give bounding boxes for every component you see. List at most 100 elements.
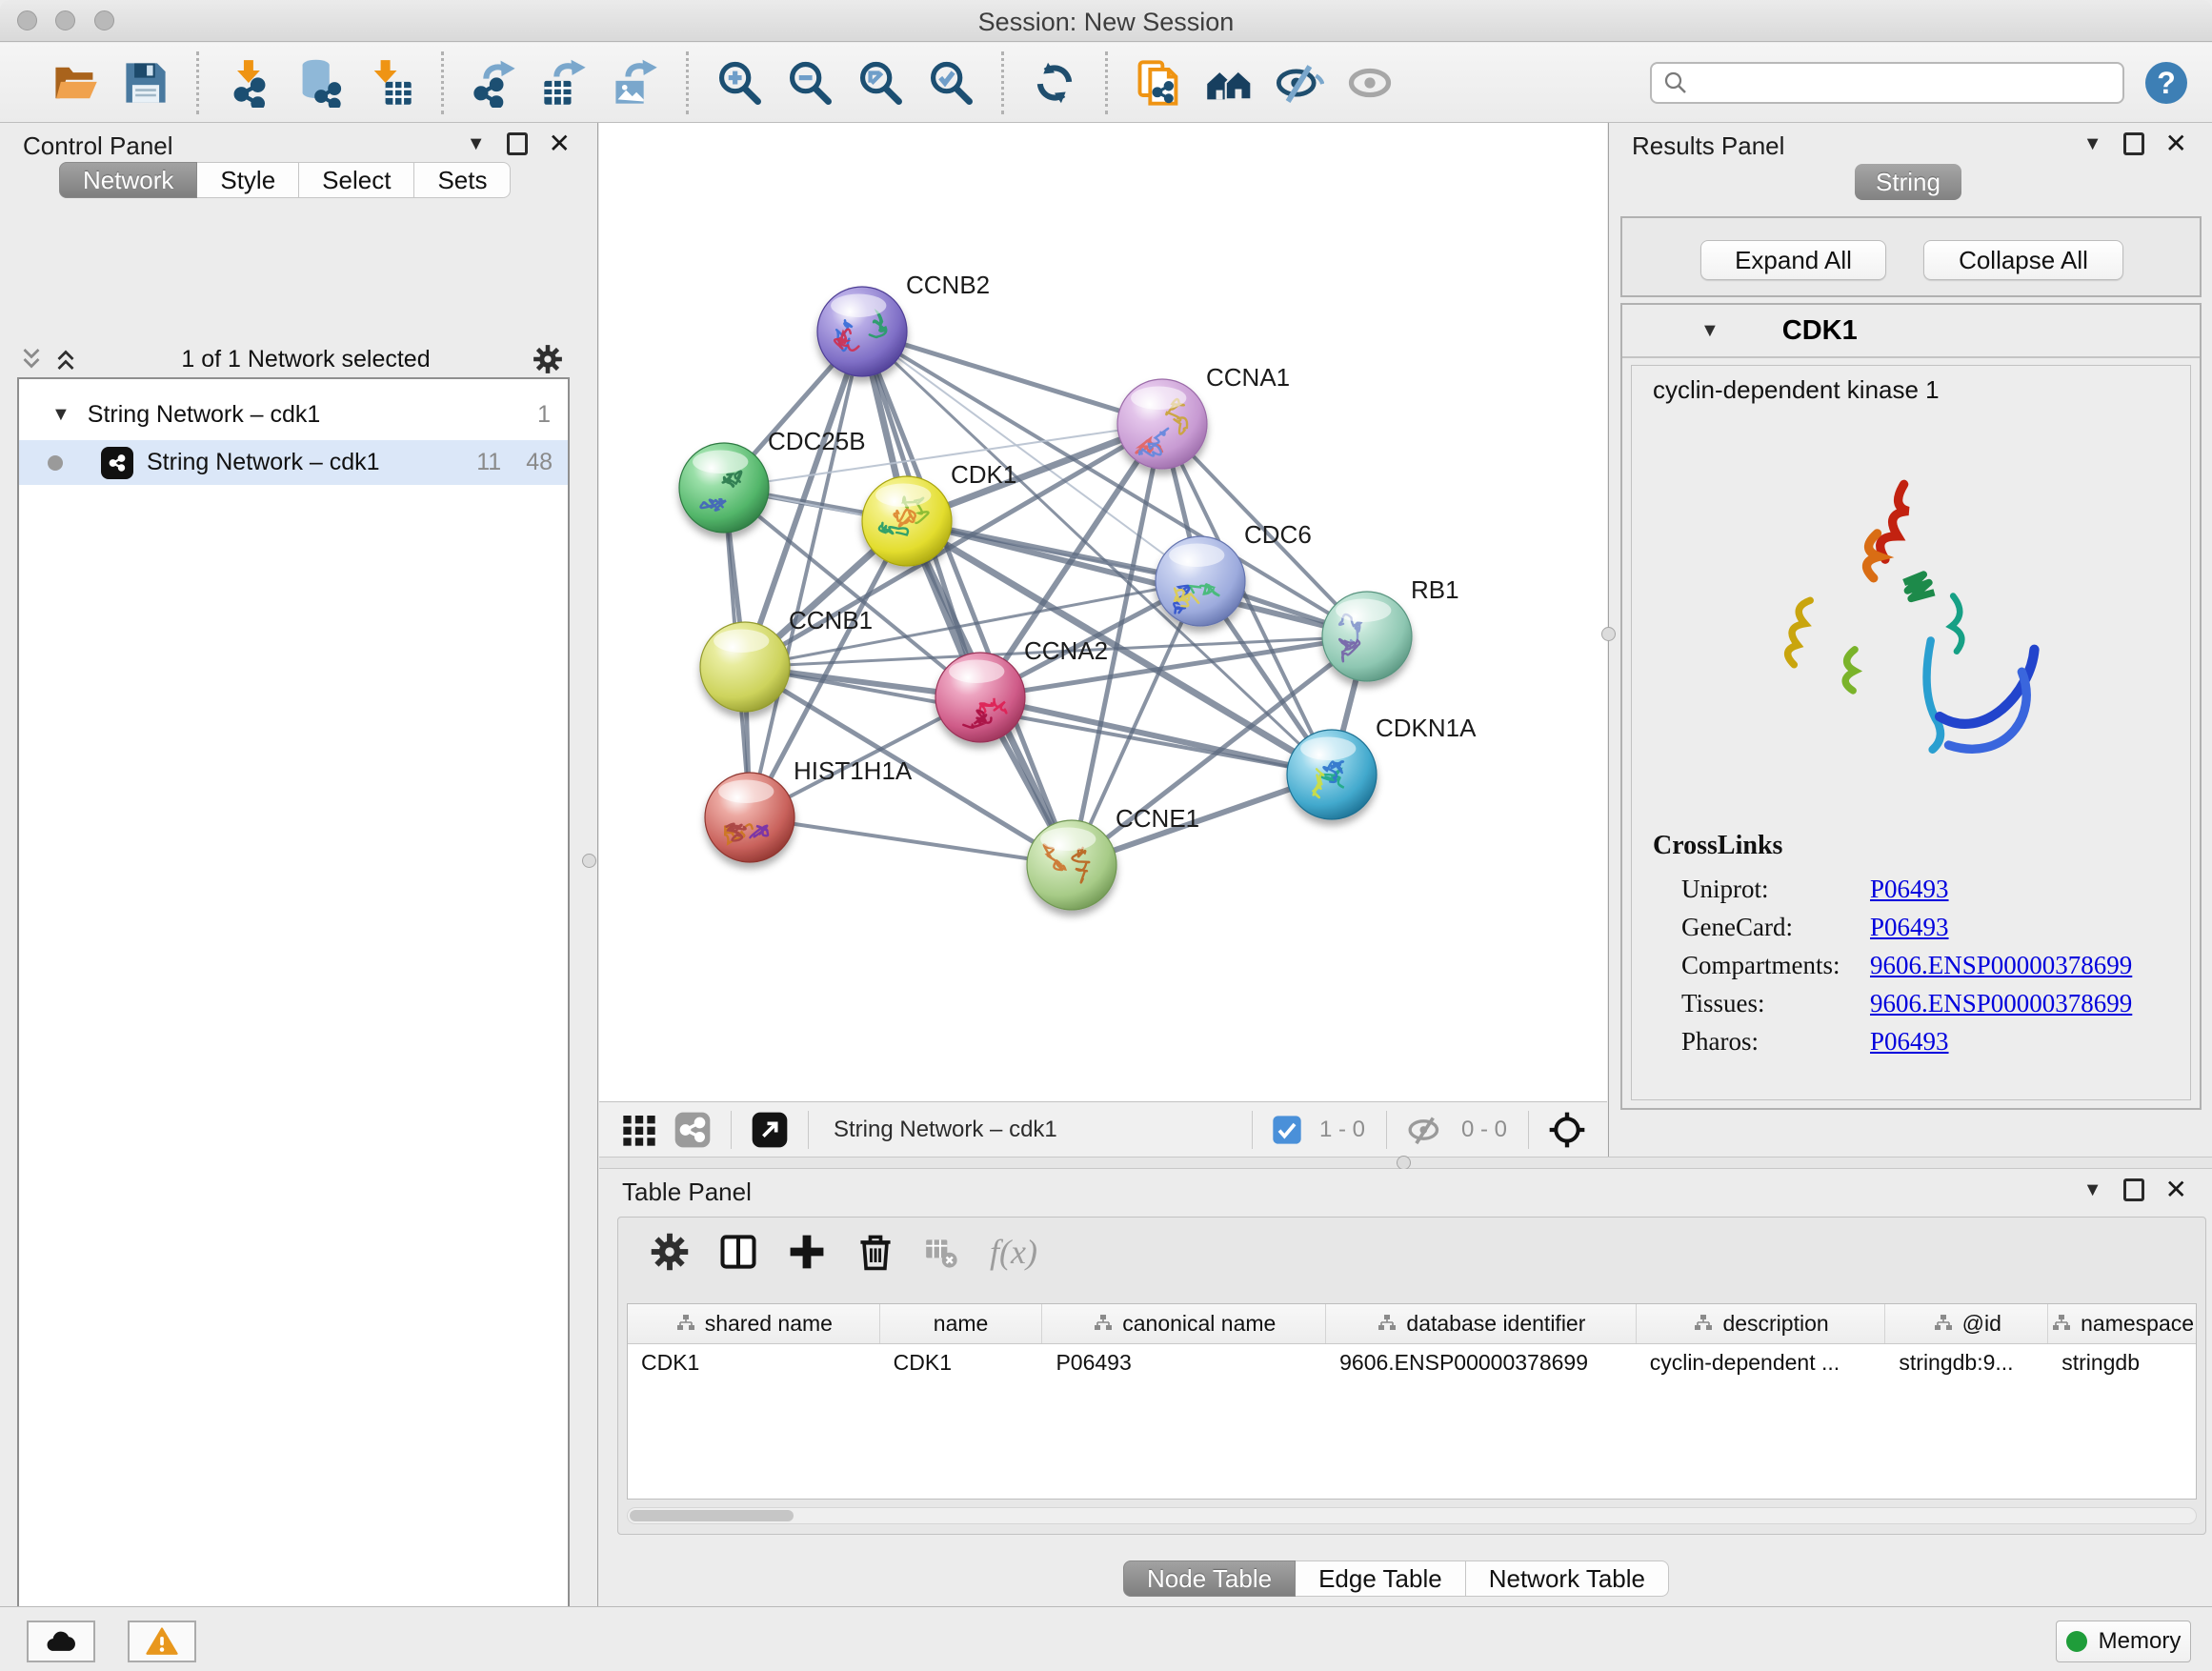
network-node-ccnb1[interactable]: CCNB1 bbox=[700, 606, 873, 712]
column-header[interactable]: canonical name bbox=[1042, 1304, 1326, 1343]
gear-icon[interactable] bbox=[649, 1231, 691, 1273]
memory-button[interactable]: Memory bbox=[2056, 1621, 2191, 1662]
network-collection-row[interactable]: ▼ String Network – cdk1 1 bbox=[19, 393, 568, 436]
duplicate-network-icon[interactable] bbox=[1134, 58, 1183, 108]
toolbar-search bbox=[1650, 62, 2124, 104]
network-list: ▼ String Network – cdk1 1 String Network… bbox=[17, 377, 570, 1671]
panel-close-icon[interactable]: ✕ bbox=[549, 132, 571, 155]
export-image-icon[interactable] bbox=[611, 58, 660, 108]
export-network-icon[interactable] bbox=[470, 58, 519, 108]
crosslink-link[interactable]: P06493 bbox=[1870, 875, 1949, 904]
refresh-layout-icon[interactable] bbox=[1030, 58, 1079, 108]
tab-edge-table[interactable]: Edge Table bbox=[1296, 1560, 1466, 1597]
cloud-button[interactable] bbox=[27, 1621, 95, 1662]
network-canvas[interactable]: CCNB2CCNA1CDC25BCDK1CDC6RB1CCNB1CCNA2CDK… bbox=[599, 123, 1607, 1101]
collapse-all-button[interactable]: Collapse All bbox=[1923, 240, 2123, 280]
help-icon[interactable]: ? bbox=[2145, 62, 2187, 104]
search-input[interactable] bbox=[1690, 66, 2113, 100]
tab-network[interactable]: Network bbox=[59, 162, 197, 198]
share-view-icon[interactable] bbox=[674, 1111, 712, 1149]
add-column-icon[interactable] bbox=[786, 1231, 828, 1273]
panel-float-icon[interactable] bbox=[507, 132, 528, 155]
panel-menu-icon[interactable]: ▼ bbox=[2083, 1179, 2102, 1201]
table-row[interactable]: CDK1 CDK1 P06493 9606.ENSP00000378699 cy… bbox=[628, 1344, 2196, 1380]
tab-sets[interactable]: Sets bbox=[414, 162, 511, 198]
panel-close-icon[interactable]: ✕ bbox=[2165, 132, 2187, 155]
panel-close-icon[interactable]: ✕ bbox=[2165, 1178, 2187, 1201]
network-node-rb1[interactable]: RB1 bbox=[1322, 575, 1459, 681]
string-network-icon bbox=[101, 447, 133, 479]
import-database-icon[interactable] bbox=[295, 58, 345, 108]
expand-all-button[interactable]: Expand All bbox=[1700, 240, 1886, 280]
splitter-handle[interactable] bbox=[1397, 1156, 1411, 1170]
show-columns-icon[interactable] bbox=[717, 1231, 759, 1273]
panel-float-icon[interactable] bbox=[2123, 1178, 2144, 1201]
show-hide-icon[interactable] bbox=[1275, 58, 1324, 108]
splitter-handle[interactable] bbox=[1601, 627, 1616, 641]
network-node-hist1h1a[interactable]: HIST1H1A bbox=[705, 756, 913, 862]
gene-details: cyclin-dependent kinase 1 CrossLinks Uni… bbox=[1631, 365, 2191, 1100]
string-network-graph[interactable]: CCNB2CCNA1CDC25BCDK1CDC6RB1CCNB1CCNA2CDK… bbox=[599, 123, 1607, 1101]
crosslink-label: Uniprot: bbox=[1681, 875, 1870, 904]
open-session-icon[interactable] bbox=[50, 58, 100, 108]
open-in-window-icon[interactable] bbox=[751, 1111, 789, 1149]
network-node-ccna1[interactable]: CCNA1 bbox=[1117, 363, 1290, 469]
crosslink-link[interactable]: P06493 bbox=[1870, 1027, 1949, 1057]
network-node-cdk1[interactable]: CDK1 bbox=[862, 460, 1016, 566]
export-table-icon[interactable] bbox=[540, 58, 590, 108]
scrollbar-thumb[interactable] bbox=[630, 1510, 794, 1521]
splitter-handle[interactable] bbox=[582, 854, 596, 868]
warning-button[interactable] bbox=[128, 1621, 196, 1662]
panel-menu-icon[interactable]: ▼ bbox=[467, 133, 486, 155]
column-header[interactable]: description bbox=[1637, 1304, 1886, 1343]
gear-icon[interactable] bbox=[532, 343, 564, 375]
panel-menu-icon[interactable]: ▼ bbox=[2083, 133, 2102, 155]
gene-section-header[interactable]: ▼ CDK1 bbox=[1622, 305, 2200, 358]
network-node-cdkn1a[interactable]: CDKN1A bbox=[1287, 714, 1477, 819]
import-network-icon[interactable] bbox=[225, 58, 274, 108]
grid-view-icon[interactable] bbox=[620, 1111, 658, 1149]
zoom-out-icon[interactable] bbox=[785, 58, 835, 108]
collapse-all-icon[interactable] bbox=[17, 345, 46, 373]
toolbar-separator bbox=[196, 51, 199, 114]
crosslink-link[interactable]: P06493 bbox=[1870, 913, 1949, 942]
network-node-cdc25b[interactable]: CDC25B bbox=[679, 427, 866, 533]
network-edge[interactable] bbox=[750, 817, 1072, 865]
crosslink-label: Tissues: bbox=[1681, 989, 1870, 1018]
selected-checkbox-icon[interactable] bbox=[1272, 1115, 1302, 1145]
birdseye-crosshair-icon[interactable] bbox=[1548, 1111, 1586, 1149]
zoom-fit-icon[interactable] bbox=[855, 58, 905, 108]
tab-string[interactable]: String bbox=[1855, 164, 1961, 200]
column-header[interactable]: name bbox=[880, 1304, 1043, 1343]
network-row-selected[interactable]: String Network – cdk1 11 48 bbox=[19, 440, 568, 485]
tab-style[interactable]: Style bbox=[197, 162, 299, 198]
protein-structure-image bbox=[1770, 437, 2056, 799]
crosslink-link[interactable]: 9606.ENSP00000378699 bbox=[1870, 989, 2132, 1018]
section-collapse-icon[interactable]: ▼ bbox=[1700, 320, 1719, 342]
expand-all-icon[interactable] bbox=[51, 345, 80, 373]
tab-network-table[interactable]: Network Table bbox=[1466, 1560, 1669, 1597]
table-horizontal-scrollbar[interactable] bbox=[627, 1507, 2197, 1524]
save-session-icon[interactable] bbox=[121, 58, 171, 108]
tab-node-table[interactable]: Node Table bbox=[1123, 1560, 1296, 1597]
network-edge[interactable] bbox=[862, 332, 1162, 424]
column-header[interactable]: database identifier bbox=[1326, 1304, 1637, 1343]
tree-expand-icon[interactable]: ▼ bbox=[51, 404, 70, 426]
import-table-icon[interactable] bbox=[366, 58, 415, 108]
crosslink-link[interactable]: 9606.ENSP00000378699 bbox=[1870, 951, 2132, 980]
column-header[interactable]: @id bbox=[1885, 1304, 2048, 1343]
panel-float-icon[interactable] bbox=[2123, 132, 2144, 155]
delete-column-icon[interactable] bbox=[855, 1231, 896, 1273]
tab-select[interactable]: Select bbox=[299, 162, 414, 198]
table-header-row: shared name name canonical name database… bbox=[628, 1304, 2196, 1344]
node-label: RB1 bbox=[1411, 575, 1459, 604]
column-header[interactable]: shared name bbox=[628, 1304, 880, 1343]
warning-icon bbox=[146, 1625, 178, 1658]
column-header[interactable]: namespace bbox=[2048, 1304, 2196, 1343]
zoom-selected-icon[interactable] bbox=[926, 58, 975, 108]
string-home-icon[interactable] bbox=[1204, 58, 1254, 108]
zoom-in-icon[interactable] bbox=[714, 58, 764, 108]
collection-label: String Network – cdk1 bbox=[88, 401, 537, 429]
hidden-eye-icon[interactable] bbox=[1406, 1111, 1444, 1149]
node-label: CCNA1 bbox=[1206, 363, 1290, 392]
